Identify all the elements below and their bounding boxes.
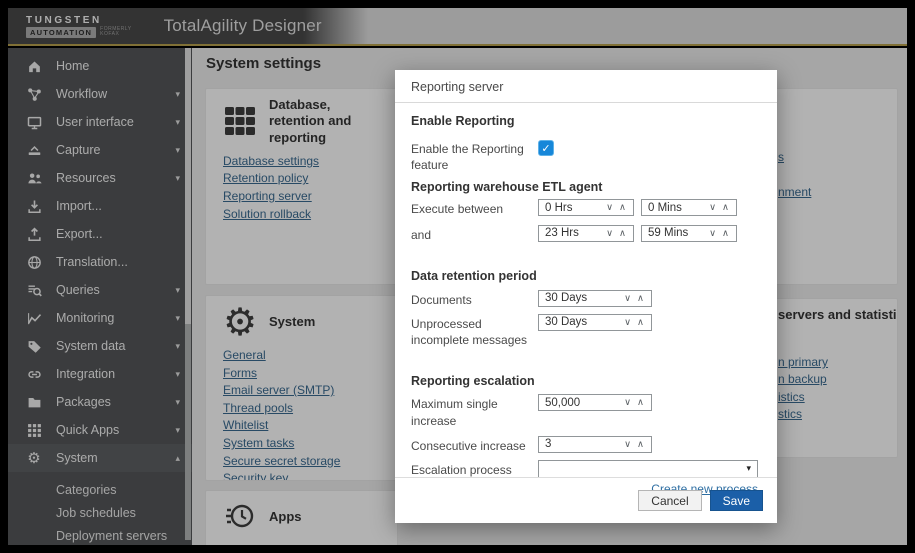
documents-retention-spinner[interactable]: 30 Days ∨ ∧: [538, 289, 652, 307]
spinner-value: 30 Days: [545, 292, 588, 305]
escalation-process-dropdown[interactable]: ▾: [538, 459, 758, 478]
spinner-value: 23 Hrs: [545, 227, 579, 240]
spinner-up-icon[interactable]: ∧: [634, 397, 647, 408]
field-label: Unprocessed incomplete messages: [411, 316, 528, 348]
window-frame-left: [0, 0, 8, 553]
field-label: Maximum single increase: [411, 397, 498, 428]
spinner-value: 50,000: [545, 396, 581, 409]
maximum-single-increase-spinner[interactable]: 50,000 ∨ ∧: [538, 394, 652, 412]
spinner-down-icon[interactable]: ∨: [706, 202, 719, 213]
start-minutes-spinner[interactable]: 0 Mins ∨ ∧: [641, 199, 737, 217]
spinner-value: 3: [545, 438, 552, 451]
section-heading-reporting-escalation: Reporting escalation: [411, 374, 535, 389]
field-label: Documents: [411, 292, 472, 307]
spinner-up-icon[interactable]: ∧: [616, 228, 629, 239]
spinner-down-icon[interactable]: ∨: [706, 228, 719, 239]
consecutive-increase-spinner[interactable]: 3 ∨ ∧: [538, 435, 652, 453]
window-frame-right: [907, 0, 915, 553]
spinner-up-icon[interactable]: ∧: [719, 202, 732, 213]
end-minutes-spinner[interactable]: 59 Mins ∨ ∧: [641, 224, 737, 242]
field-label: and: [411, 227, 432, 242]
spinner-value: 0 Mins: [648, 201, 682, 214]
checkbox-label: Enable the Reporting feature: [411, 142, 524, 173]
field-label: Consecutive increase: [411, 438, 526, 453]
cancel-button[interactable]: Cancel: [638, 490, 702, 511]
section-heading-etl-agent: Reporting warehouse ETL agent: [411, 180, 603, 195]
field-label: Escalation process: [411, 462, 512, 477]
window-frame-top: [0, 0, 915, 8]
spinner-up-icon[interactable]: ∧: [634, 317, 647, 328]
spinner-down-icon[interactable]: ∨: [603, 228, 616, 239]
section-heading-enable-reporting: Enable Reporting: [411, 114, 515, 128]
section-heading-data-retention: Data retention period: [411, 268, 537, 283]
spinner-down-icon[interactable]: ∨: [621, 317, 634, 328]
spinner-up-icon[interactable]: ∧: [634, 293, 647, 304]
spinner-value: 59 Mins: [648, 227, 689, 240]
spinner-down-icon[interactable]: ∨: [621, 397, 634, 408]
dropdown-arrow-icon: ▾: [746, 463, 751, 474]
spinner-up-icon[interactable]: ∧: [634, 439, 647, 450]
dialog-title: Reporting server: [395, 70, 777, 103]
spinner-up-icon[interactable]: ∧: [719, 228, 732, 239]
field-label: Execute between: [411, 202, 504, 217]
unprocessed-messages-spinner[interactable]: 30 Days ∨ ∧: [538, 313, 652, 331]
spinner-value: 30 Days: [545, 316, 588, 329]
screen: TUNGSTEN AUTOMATION FORMERLY KOFAX Total…: [0, 0, 915, 553]
spinner-down-icon[interactable]: ∨: [621, 439, 634, 450]
spinner-down-icon[interactable]: ∨: [621, 293, 634, 304]
save-button[interactable]: Save: [709, 490, 763, 511]
window-frame-bottom: [0, 545, 915, 553]
spinner-down-icon[interactable]: ∨: [603, 202, 616, 213]
reporting-server-dialog: Reporting server Enable Reporting Enable…: [395, 70, 777, 523]
spinner-up-icon[interactable]: ∧: [616, 202, 629, 213]
enable-reporting-checkbox[interactable]: ✓: [538, 140, 554, 156]
end-hours-spinner[interactable]: 23 Hrs ∨ ∧: [538, 224, 634, 242]
spinner-value: 0 Hrs: [545, 201, 573, 214]
start-hours-spinner[interactable]: 0 Hrs ∨ ∧: [538, 199, 634, 217]
